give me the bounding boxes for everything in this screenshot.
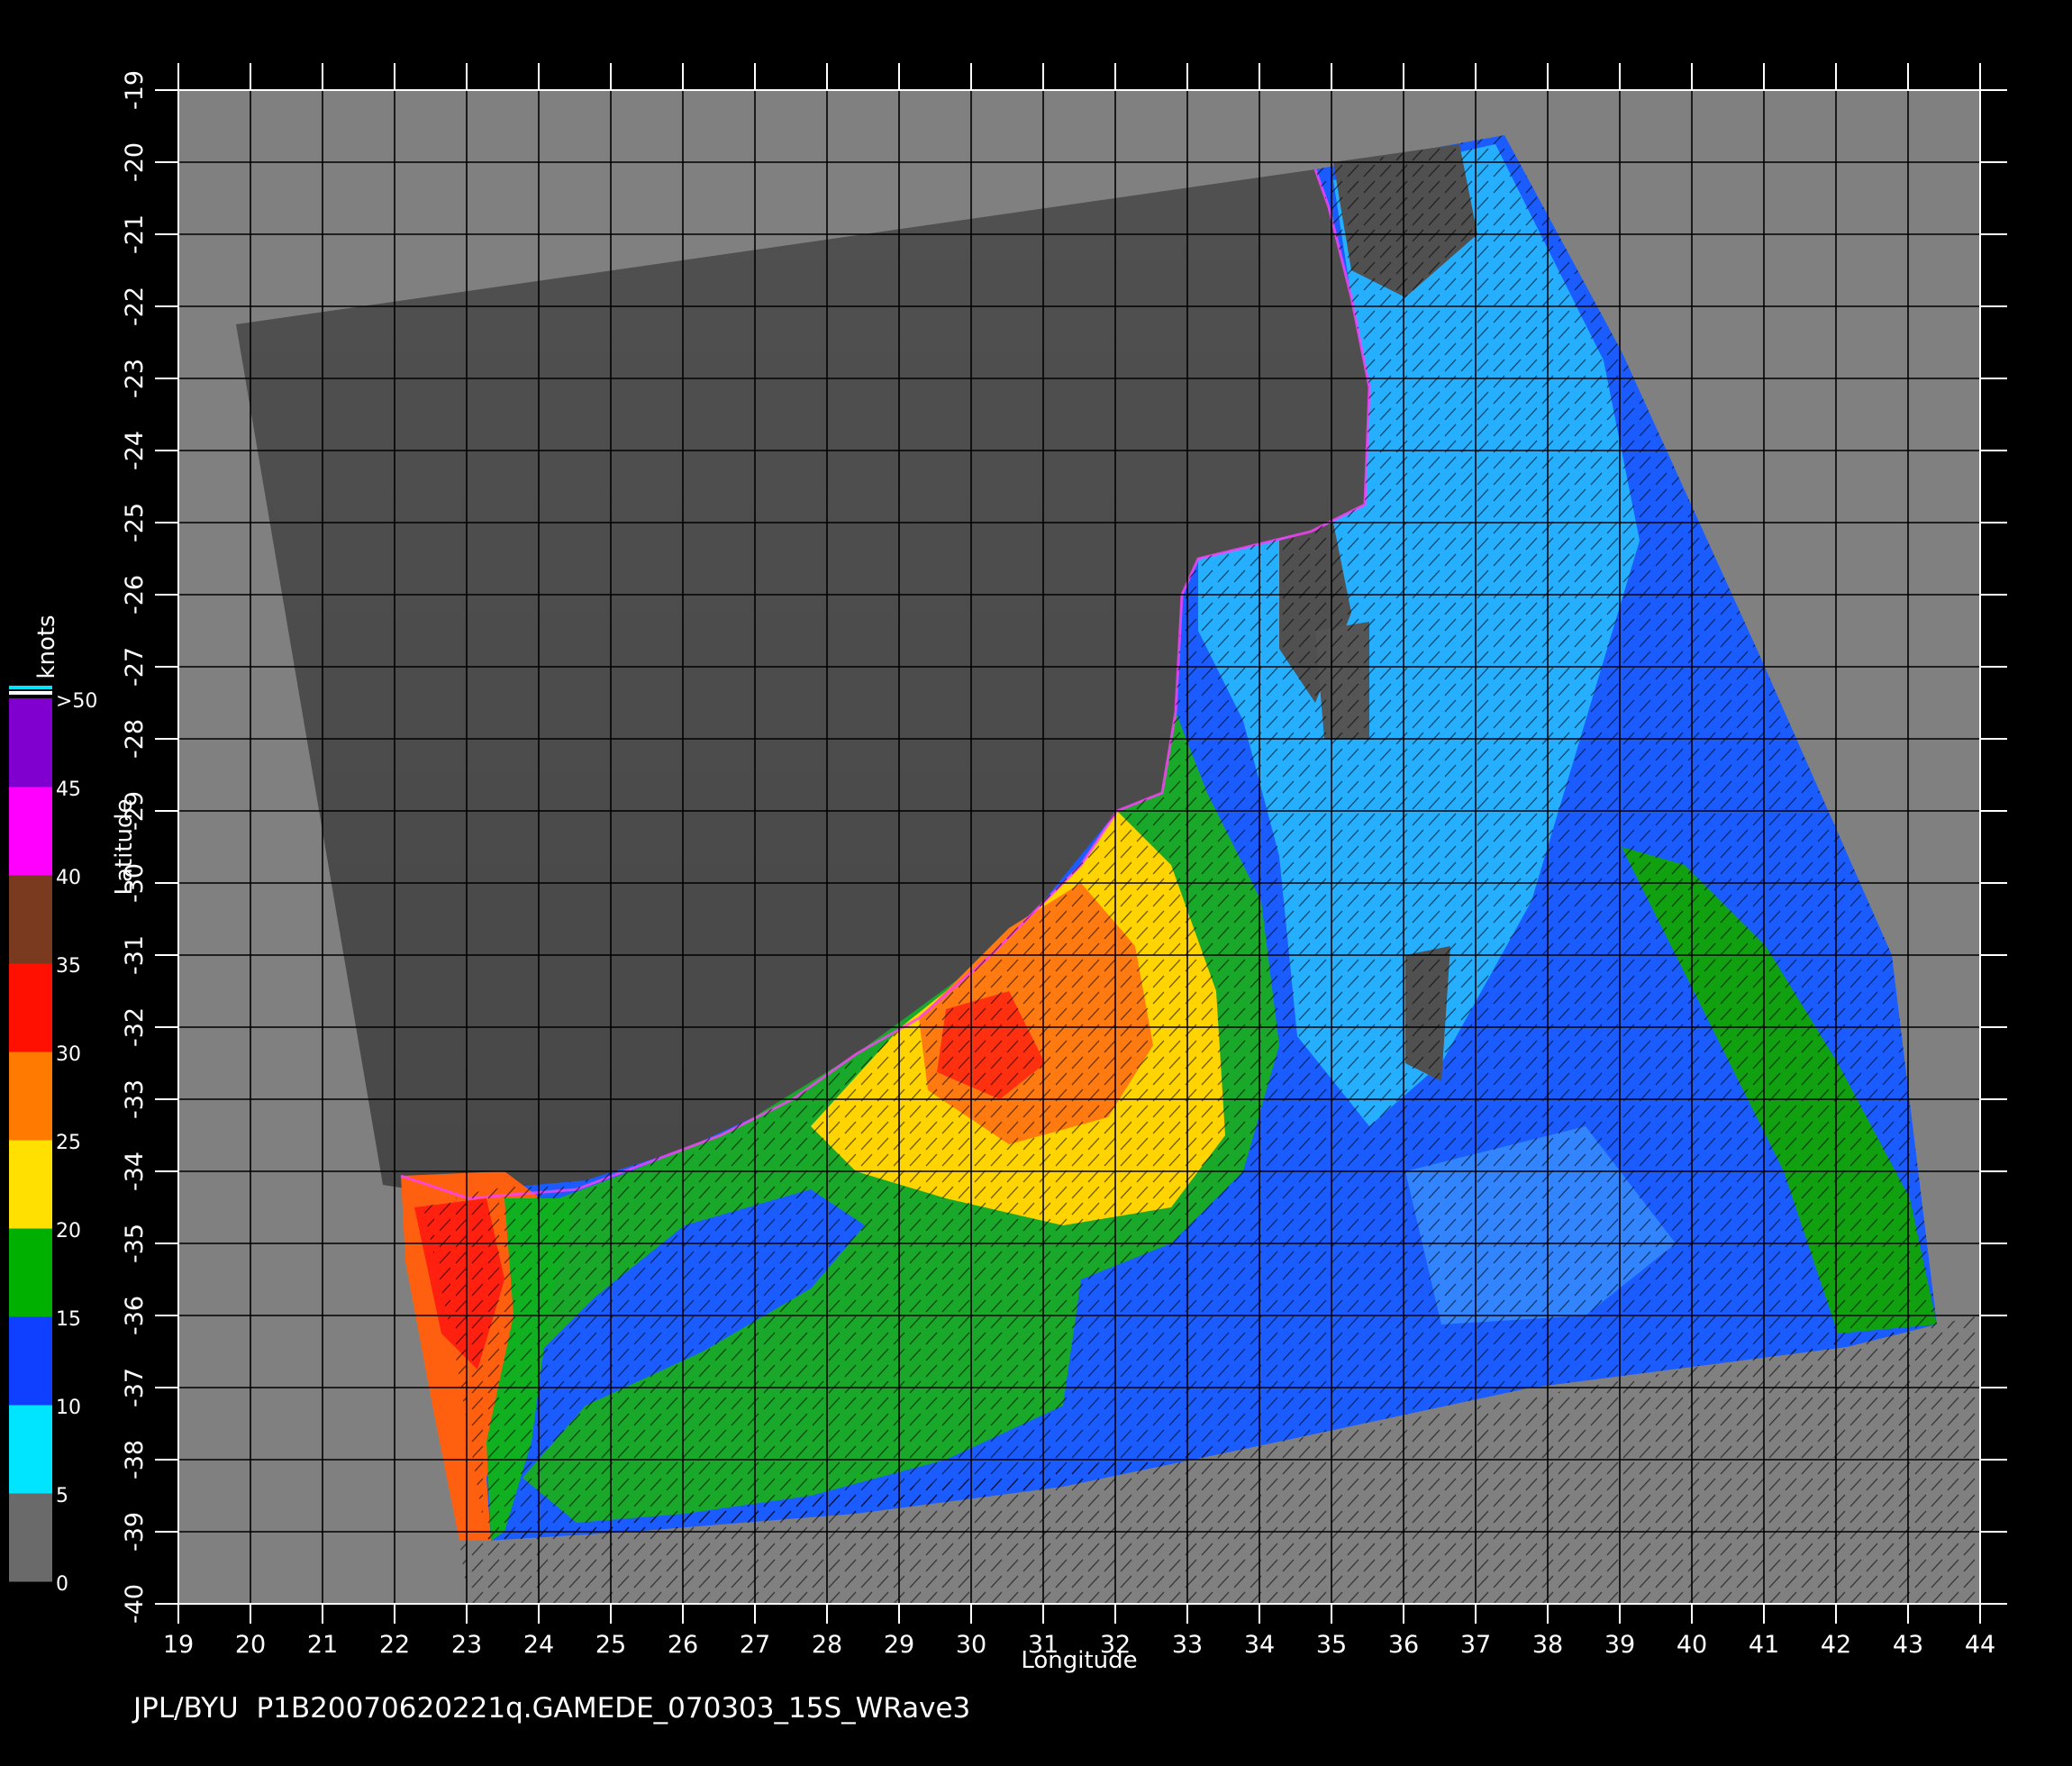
- colorbar-band: [9, 1316, 52, 1406]
- colorbar-band: [9, 1493, 52, 1582]
- lat-tick-label: -22: [121, 287, 149, 326]
- lat-tick-label: -39: [121, 1512, 149, 1552]
- colorbar-tick-label: 20: [56, 1220, 81, 1243]
- lon-tick-label: 27: [740, 1631, 770, 1659]
- lat-tick-label: -19: [121, 70, 149, 110]
- lon-tick-label: 20: [235, 1631, 266, 1659]
- colorbar-band: [9, 698, 52, 787]
- wind-map: 19 20 21 22 23 24 25 26 27 28 29 30 31 32 33 34 35 36 37 38…: [9, 63, 2007, 1674]
- source-label: JPL/BYU: [133, 1692, 239, 1725]
- colorbar-tick-label: >50: [56, 690, 97, 713]
- lat-tick-label: -23: [121, 359, 149, 398]
- lat-tick-label: -32: [121, 1007, 149, 1047]
- lon-tick-label: 21: [307, 1631, 338, 1659]
- colorbar-tick-label: 15: [56, 1308, 81, 1331]
- lon-tick-label: 28: [812, 1631, 842, 1659]
- lon-tick-label: 24: [523, 1631, 554, 1659]
- lon-tick-label: 33: [1172, 1631, 1203, 1659]
- colorbar-cap: [9, 691, 52, 695]
- lon-tick-label: 23: [451, 1631, 482, 1659]
- colorbar-tick-label: 45: [56, 778, 81, 801]
- lon-tick-label: 41: [1749, 1631, 1779, 1659]
- colorbar-tick-label: 10: [56, 1397, 81, 1419]
- lat-tick-label: -37: [121, 1368, 149, 1407]
- colorbar-band: [9, 963, 52, 1052]
- colorbar-band: [9, 1140, 52, 1229]
- colorbar-band: [9, 875, 52, 964]
- product-label: P1B20070620221q.GAMEDE_070303_15S_WRave3: [256, 1692, 971, 1725]
- colorbar-tick-label: 25: [56, 1132, 81, 1154]
- x-axis-label: Longitude: [1021, 1647, 1137, 1674]
- colorbar-tick-label: 40: [56, 867, 81, 889]
- lon-tick-label: 36: [1388, 1631, 1419, 1659]
- lat-tick-label: -38: [121, 1440, 149, 1479]
- lon-tick-label: 25: [595, 1631, 626, 1659]
- lon-tick-label: 26: [668, 1631, 698, 1659]
- lat-tick-label: -36: [121, 1296, 149, 1335]
- lon-tick-label: 19: [163, 1631, 194, 1659]
- y-axis-label: Latitude: [111, 798, 138, 895]
- lat-tick-label: -28: [121, 719, 149, 759]
- lon-tick-label: 29: [884, 1631, 914, 1659]
- lon-tick-label: 39: [1604, 1631, 1635, 1659]
- lon-tick-label: 44: [1965, 1631, 1995, 1659]
- colorbar-band: [9, 787, 52, 876]
- lat-tick-label: -25: [121, 503, 149, 542]
- colorbar-tick-label: 5: [56, 1485, 68, 1507]
- colorbar-tick-label: 30: [56, 1043, 81, 1066]
- lon-tick-label: 35: [1316, 1631, 1347, 1659]
- lat-tick-label: -35: [121, 1224, 149, 1263]
- footer-caption: JPL/BYU P1B20070620221q.GAMEDE_070303_15…: [133, 1692, 970, 1725]
- colorbar-tick-label: 35: [56, 955, 81, 978]
- colorbar-cap: [9, 686, 52, 689]
- colorbar-band: [9, 1405, 52, 1494]
- lat-tick-label: -31: [121, 935, 149, 975]
- lon-tick-label: 40: [1677, 1631, 1707, 1659]
- lat-tick-label: -26: [121, 575, 149, 614]
- colorbar: >50 45 40 35 30 25 20 15 10 5 0: [9, 686, 97, 1596]
- colorbar-unit-label: knots: [33, 614, 60, 678]
- colorbar-band: [9, 1228, 52, 1317]
- lat-tick-label: -27: [121, 647, 149, 687]
- lon-tick-label: 30: [956, 1631, 986, 1659]
- lat-tick-label: -20: [121, 142, 149, 182]
- lat-tick-label: -34: [121, 1152, 149, 1191]
- lon-tick-label: 42: [1821, 1631, 1851, 1659]
- lon-tick-label: 43: [1893, 1631, 1923, 1659]
- lat-tick-label: -40: [121, 1584, 149, 1624]
- lon-tick-label: 37: [1460, 1631, 1491, 1659]
- lat-tick-label: -21: [121, 214, 149, 254]
- lat-tick-label: -24: [121, 431, 149, 470]
- lat-tick-label: -33: [121, 1079, 149, 1119]
- lon-tick-label: 34: [1244, 1631, 1275, 1659]
- lon-tick-label: 22: [379, 1631, 410, 1659]
- colorbar-band: [9, 1051, 52, 1141]
- lon-tick-label: 38: [1532, 1631, 1563, 1659]
- colorbar-tick-label: 0: [56, 1573, 68, 1596]
